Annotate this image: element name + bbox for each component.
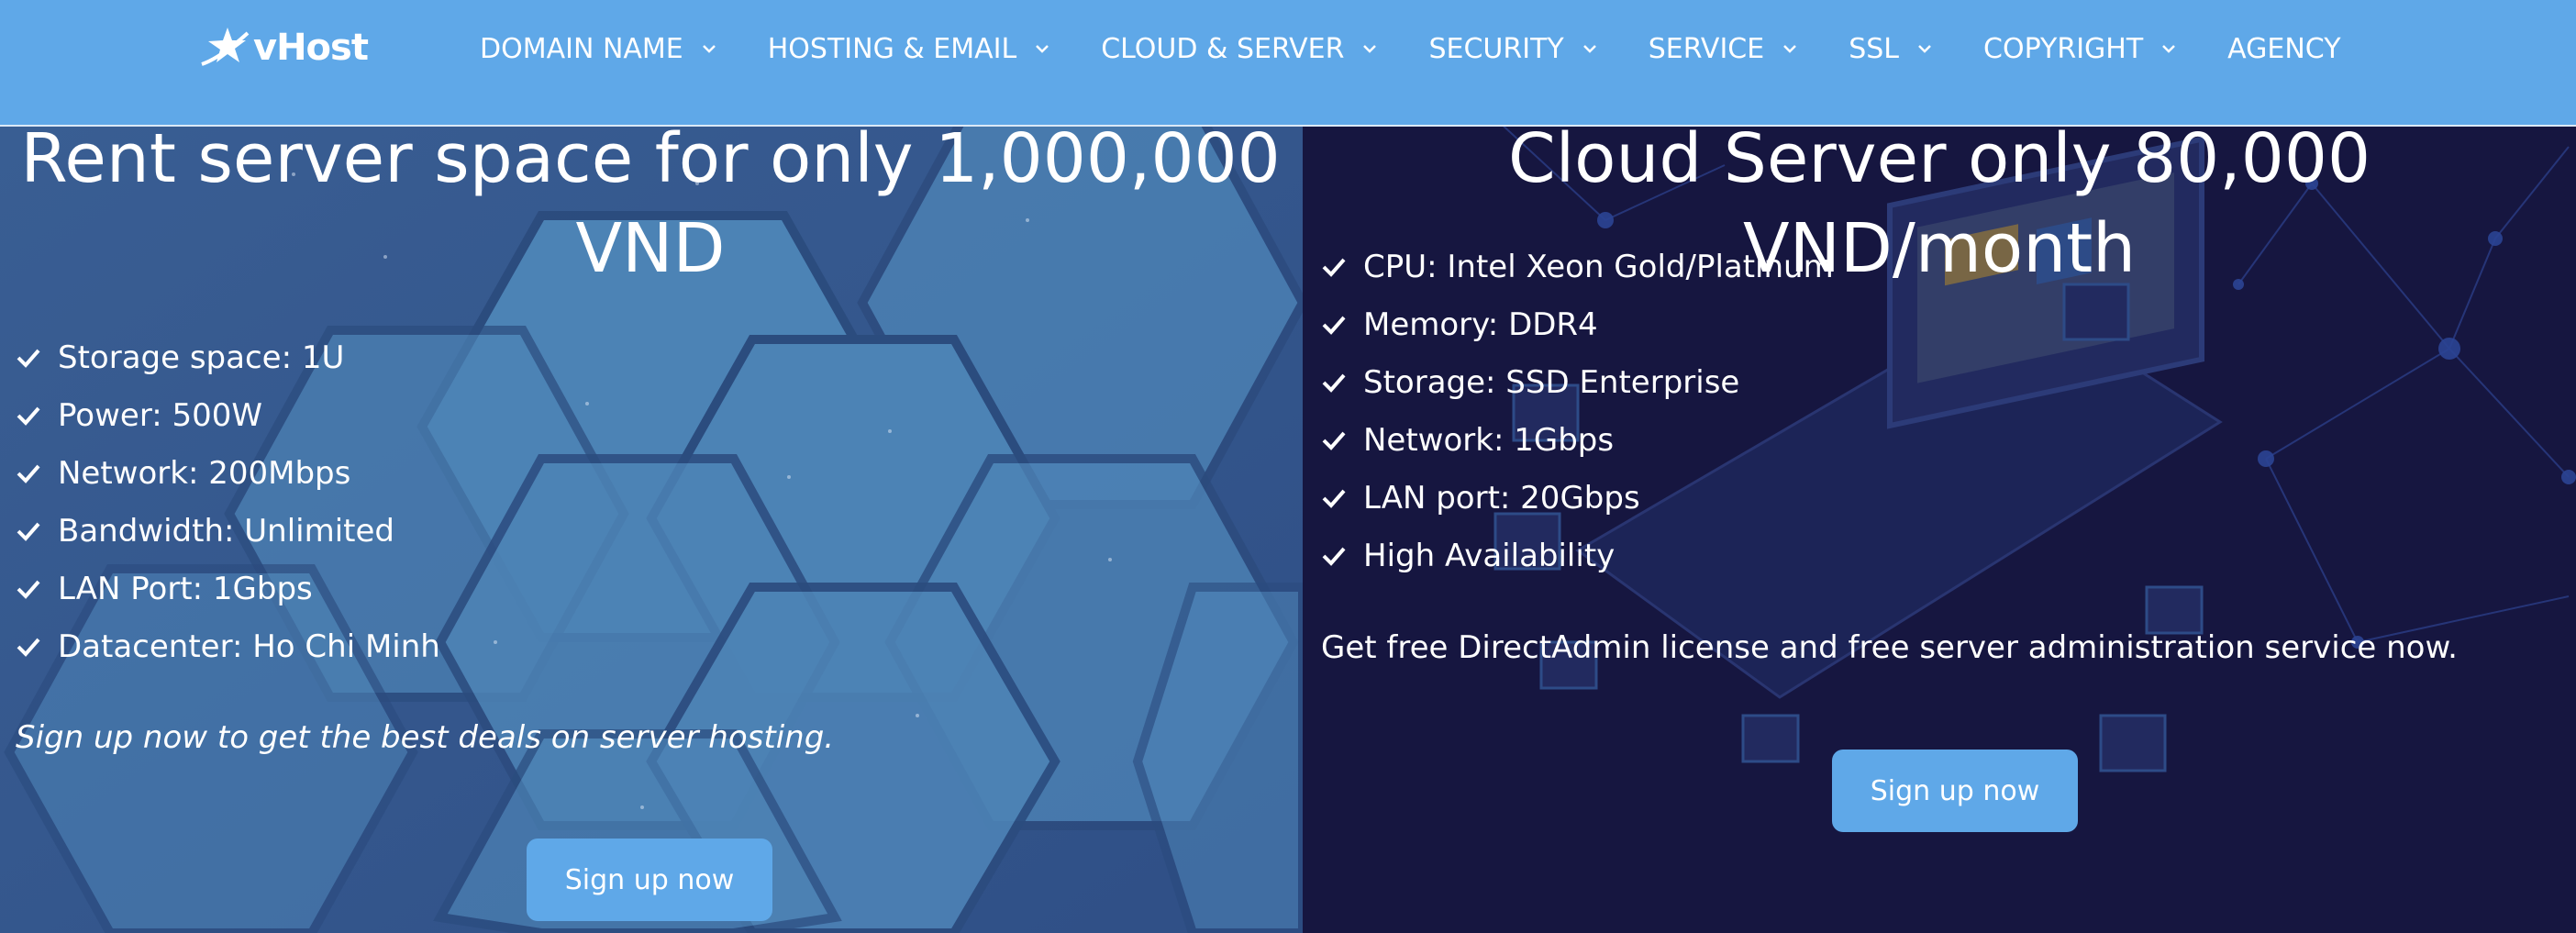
server-rental-features: Storage space: 1U Power: 500W Network: 2… — [16, 328, 440, 675]
chevron-down-icon — [1783, 45, 1797, 53]
nav-item-security[interactable]: SECURITY — [1428, 33, 1596, 65]
checkmark-icon — [17, 349, 40, 368]
chevron-down-icon — [2162, 45, 2176, 53]
chevron-down-icon — [1363, 45, 1377, 53]
chevron-down-icon — [702, 45, 716, 53]
checkmark-icon — [17, 406, 40, 426]
nav-item-label: DOMAIN NAME — [480, 32, 683, 65]
nav-item-service[interactable]: SERVICE — [1649, 33, 1797, 65]
nav-item-label: CLOUD & SERVER — [1101, 32, 1345, 65]
checkmark-icon — [1322, 489, 1346, 508]
server-rental-signup-button[interactable]: Sign up now — [527, 839, 772, 921]
feature-item: Memory: DDR4 — [1321, 295, 1834, 353]
chevron-down-icon — [1582, 45, 1596, 53]
nav-item-hosting-email[interactable]: HOSTING & EMAIL — [768, 33, 1049, 65]
feature-item: Storage space: 1U — [16, 328, 440, 386]
nav-item-label: SERVICE — [1648, 32, 1765, 65]
cloud-server-note: Get free DirectAdmin license and free se… — [1321, 629, 2458, 666]
nav-item-domain-name[interactable]: DOMAIN NAME — [480, 33, 716, 65]
checkmark-icon — [1322, 373, 1346, 393]
feature-label: Storage: SSD Enterprise — [1363, 363, 1740, 401]
feature-item: Network: 1Gbps — [1321, 411, 1834, 469]
nav-item-label: SSL — [1849, 32, 1900, 65]
checkmark-icon — [1322, 547, 1346, 566]
nav-item-label: HOSTING & EMAIL — [767, 32, 1017, 65]
chevron-down-icon — [1036, 45, 1049, 53]
top-navigation: vHost DOMAIN NAME HOSTING & EMAIL CLOUD … — [0, 0, 2576, 127]
checkmark-icon — [1322, 316, 1346, 335]
feature-item: Network: 200Mbps — [16, 444, 440, 502]
feature-label: Bandwidth: Unlimited — [58, 512, 394, 550]
feature-item: Power: 500W — [16, 386, 440, 444]
nav-item-copyright[interactable]: COPYRIGHT — [1983, 33, 2176, 65]
feature-item: High Availability — [1321, 527, 1834, 584]
checkmark-icon — [1322, 258, 1346, 277]
feature-label: Datacenter: Ho Chi Minh — [58, 628, 440, 665]
feature-label: LAN port: 20Gbps — [1363, 479, 1640, 516]
chevron-down-icon — [1918, 45, 1931, 53]
cloud-server-features: CPU: Intel Xeon Gold/Platinum Memory: DD… — [1321, 238, 1834, 584]
star-swoosh-icon — [201, 28, 250, 66]
server-rental-title: Rent server space for only 1,000,000 VND — [0, 114, 1301, 294]
feature-label: Network: 1Gbps — [1363, 421, 1615, 459]
checkmark-icon — [17, 464, 40, 483]
nav-item-label: AGENCY — [2227, 32, 2341, 65]
nav-item-cloud-server[interactable]: CLOUD & SERVER — [1101, 33, 1377, 65]
feature-label: High Availability — [1363, 537, 1616, 574]
feature-item: Storage: SSD Enterprise — [1321, 353, 1834, 411]
cloud-server-signup-button[interactable]: Sign up now — [1832, 750, 2078, 832]
checkmark-icon — [17, 580, 40, 599]
feature-item: CPU: Intel Xeon Gold/Platinum — [1321, 238, 1834, 295]
feature-item: Datacenter: Ho Chi Minh — [16, 617, 440, 675]
feature-label: LAN Port: 1Gbps — [58, 570, 313, 607]
brand-name: vHost — [253, 27, 369, 69]
server-rental-note: Sign up now to get the best deals on ser… — [16, 719, 835, 756]
checkmark-icon — [17, 638, 40, 657]
feature-label: Network: 200Mbps — [58, 454, 351, 492]
feature-label: Memory: DDR4 — [1363, 305, 1598, 343]
nav-item-label: COPYRIGHT — [1983, 32, 2144, 65]
feature-item: Bandwidth: Unlimited — [16, 502, 440, 560]
feature-label: Storage space: 1U — [58, 339, 345, 376]
vhost-logo[interactable]: vHost — [200, 22, 369, 73]
feature-item: LAN port: 20Gbps — [1321, 469, 1834, 527]
feature-label: Power: 500W — [58, 396, 262, 434]
checkmark-icon — [17, 522, 40, 541]
title-line-1: Rent server space for only 1,000,000 — [20, 119, 1281, 198]
main-menu: DOMAIN NAME HOSTING & EMAIL CLOUD & SERV… — [480, 0, 2393, 97]
title-line-2: VND — [575, 209, 726, 288]
nav-item-agency[interactable]: AGENCY — [2227, 33, 2340, 65]
feature-item: LAN Port: 1Gbps — [16, 560, 440, 617]
feature-label: CPU: Intel Xeon Gold/Platinum — [1363, 248, 1834, 285]
nav-item-label: SECURITY — [1428, 32, 1564, 65]
nav-item-ssl[interactable]: SSL — [1849, 33, 1932, 65]
checkmark-icon — [1322, 431, 1346, 450]
